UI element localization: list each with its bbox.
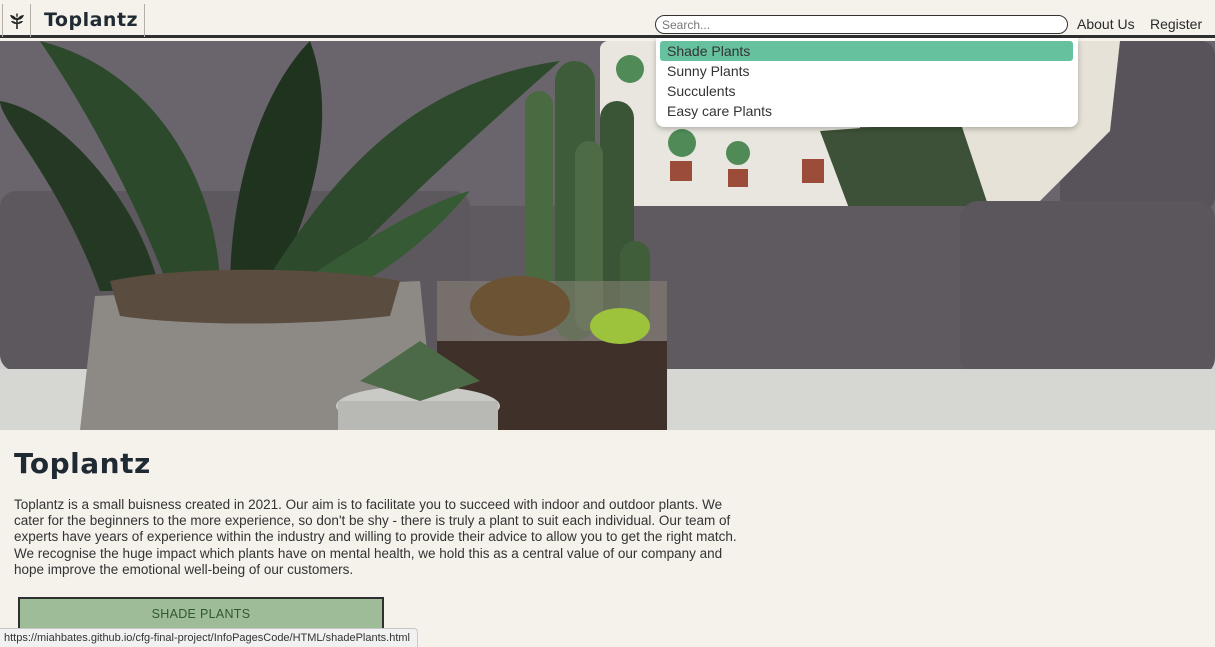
brand-name: Toplantz: [31, 4, 146, 37]
nav-link-about-us[interactable]: About Us: [1077, 15, 1135, 33]
dropdown-item-shade-plants[interactable]: Shade Plants: [660, 41, 1073, 61]
dropdown-item-succulents[interactable]: Succulents: [660, 81, 1073, 101]
top-nav: Toplantz About Us Register: [0, 0, 1215, 38]
shade-plants-button[interactable]: SHADE PLANTS: [18, 597, 384, 631]
brand[interactable]: Toplantz: [2, 4, 146, 37]
search-dropdown: Shade Plants Sunny Plants Succulents Eas…: [656, 38, 1078, 127]
search-input[interactable]: [655, 15, 1068, 34]
page-description: Toplantz is a small buisness created in …: [14, 497, 737, 577]
leaf-plant-icon: [3, 4, 31, 37]
dropdown-item-easy-care-plants[interactable]: Easy care Plants: [660, 101, 1073, 121]
status-bar-url: https://miahbates.github.io/cfg-final-pr…: [0, 628, 418, 647]
dropdown-item-sunny-plants[interactable]: Sunny Plants: [660, 61, 1073, 81]
nav-link-register[interactable]: Register: [1150, 15, 1202, 33]
page-title: Toplantz: [14, 447, 151, 480]
